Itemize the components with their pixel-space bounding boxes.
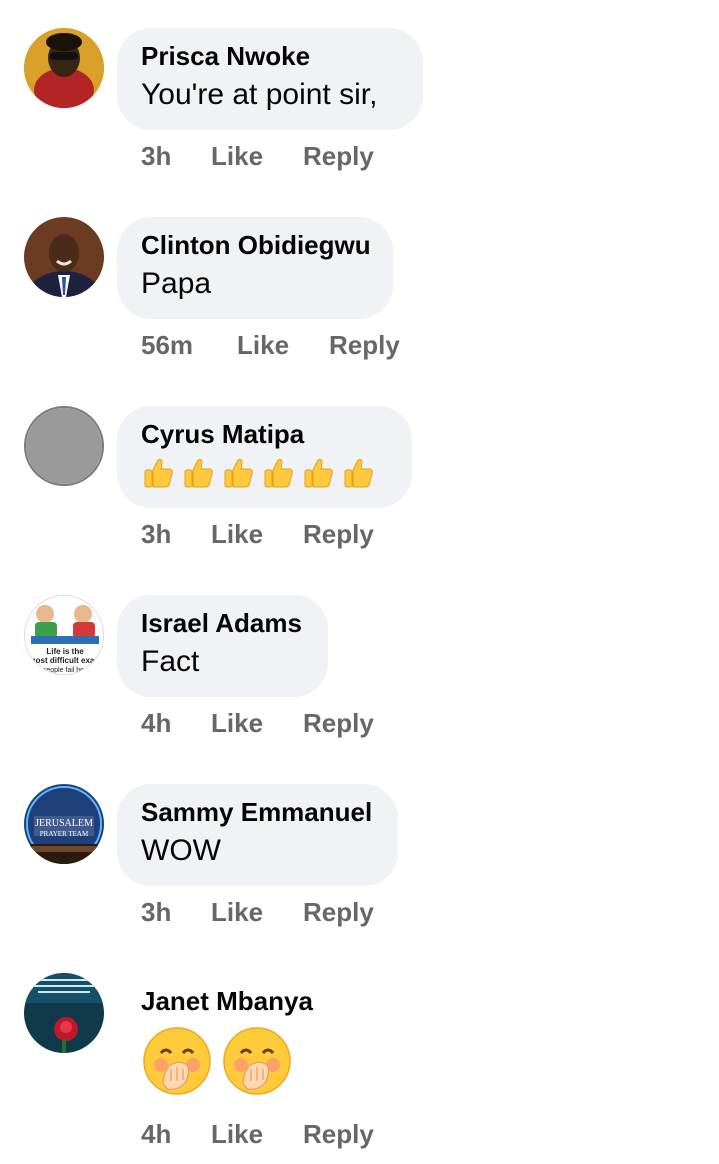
reply-button[interactable]: Reply xyxy=(329,330,400,361)
avatar[interactable]: JERUSALEM PRAYER TEAM xyxy=(24,784,104,864)
comment-bubble: Clinton Obidiegwu Papa xyxy=(117,217,393,319)
comment-time[interactable]: 3h xyxy=(141,897,211,928)
thumbs-up-icon xyxy=(261,456,295,490)
comment-bubble: Israel Adams Fact xyxy=(117,595,328,697)
comment-bubble: Cyrus Matipa 👍👍👍👍👍👍 xyxy=(117,406,412,508)
like-button[interactable]: Like xyxy=(237,330,329,361)
comment-actions: 56m Like Reply xyxy=(141,330,400,361)
comment-time[interactable]: 56m xyxy=(141,330,237,361)
comment-text: Fact xyxy=(141,645,200,678)
like-button[interactable]: Like xyxy=(211,897,303,928)
comment-author[interactable]: Cyrus Matipa xyxy=(141,418,388,450)
hand-over-mouth-emoji-icon xyxy=(141,1025,213,1097)
comment-author[interactable]: Sammy Emmanuel xyxy=(141,796,374,828)
comment-text: Papa xyxy=(141,267,212,300)
avatar[interactable] xyxy=(24,406,104,486)
comment-time[interactable]: 3h xyxy=(141,519,211,550)
thumbs-up-icon xyxy=(301,456,335,490)
like-button[interactable]: Like xyxy=(211,1119,303,1150)
reply-button[interactable]: Reply xyxy=(303,141,374,172)
avatar-text: Life is the xyxy=(46,647,84,656)
reply-button[interactable]: Reply xyxy=(303,897,374,928)
like-button[interactable]: Like xyxy=(211,708,303,739)
thumbs-up-icon xyxy=(181,456,215,490)
thumbs-up-icon xyxy=(141,456,175,490)
reply-button[interactable]: Reply xyxy=(303,519,374,550)
avatar-text: people fail bec xyxy=(42,667,88,674)
avatar[interactable] xyxy=(24,217,104,297)
avatar[interactable] xyxy=(24,28,104,108)
comment-author[interactable]: Israel Adams xyxy=(141,607,304,639)
comment-bubble: Sammy Emmanuel WOW xyxy=(117,784,398,886)
comment-actions: 4h Like Reply xyxy=(141,708,374,739)
comment-bubble: Janet Mbanya 🫢🫢 xyxy=(117,973,337,1113)
reply-button[interactable]: Reply xyxy=(303,1119,374,1150)
comment-text: 👍👍👍👍👍👍 xyxy=(141,456,388,490)
avatar-text: most difficult exam xyxy=(29,656,102,665)
thumbs-up-icon xyxy=(341,456,375,490)
comment-author[interactable]: Clinton Obidiegwu xyxy=(141,229,371,261)
avatar-text: PRAYER TEAM xyxy=(40,830,89,838)
avatar[interactable]: Life is the most difficult exam people f… xyxy=(24,595,104,675)
like-button[interactable]: Like xyxy=(211,519,303,550)
comment-actions: 3h Like Reply xyxy=(141,897,374,928)
comment-time[interactable]: 4h xyxy=(141,1119,211,1150)
comment-actions: 3h Like Reply xyxy=(141,519,374,550)
reply-button[interactable]: Reply xyxy=(303,708,374,739)
thumbs-up-icon xyxy=(221,456,255,490)
comment-time[interactable]: 4h xyxy=(141,708,211,739)
comment-actions: 3h Like Reply xyxy=(141,141,374,172)
like-button[interactable]: Like xyxy=(211,141,303,172)
comment-bubble: Prisca Nwoke You're at point sir, xyxy=(117,28,423,130)
comment-text: 🫢🫢 xyxy=(141,1025,313,1097)
hand-over-mouth-emoji-icon xyxy=(221,1025,293,1097)
comment-text: You're at point sir, xyxy=(141,78,378,111)
comment-actions: 4h Like Reply xyxy=(141,1119,374,1150)
avatar-text: JERUSALEM xyxy=(35,818,93,829)
avatar[interactable] xyxy=(24,973,104,1053)
comment-time[interactable]: 3h xyxy=(141,141,211,172)
comment-author[interactable]: Janet Mbanya xyxy=(141,985,313,1017)
comment-author[interactable]: Prisca Nwoke xyxy=(141,40,399,72)
comment-text: WOW xyxy=(141,834,221,867)
